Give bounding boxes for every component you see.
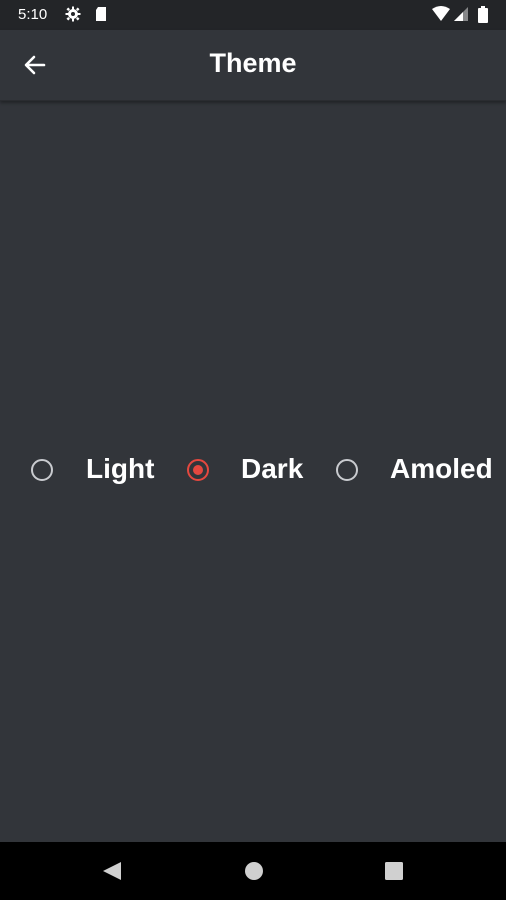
app-bar: Theme [0,30,506,101]
status-bar: 5:10 [0,0,506,30]
battery-icon [478,6,488,27]
page-title: Theme [209,48,297,78]
sd-card-icon [94,6,108,26]
theme-option-label: Light [86,453,155,484]
theme-screen: 5:10 Theme Light Dark Amoled [0,0,506,900]
nav-home-icon[interactable] [244,861,264,886]
theme-option-label: Dark [241,453,304,484]
nav-recents-icon[interactable] [384,861,404,886]
theme-options: Light Dark Amoled [0,450,506,490]
system-nav-bar [0,842,506,900]
radio-dark[interactable] [187,459,209,481]
theme-option-label: Amoled [390,453,493,484]
radio-light[interactable] [31,459,53,481]
wifi-icon [432,6,450,26]
status-time: 5:10 [18,6,48,23]
radio-amoled[interactable] [336,459,358,481]
gear-icon [65,6,81,26]
signal-icon [453,6,469,26]
nav-back-icon[interactable] [102,861,122,886]
